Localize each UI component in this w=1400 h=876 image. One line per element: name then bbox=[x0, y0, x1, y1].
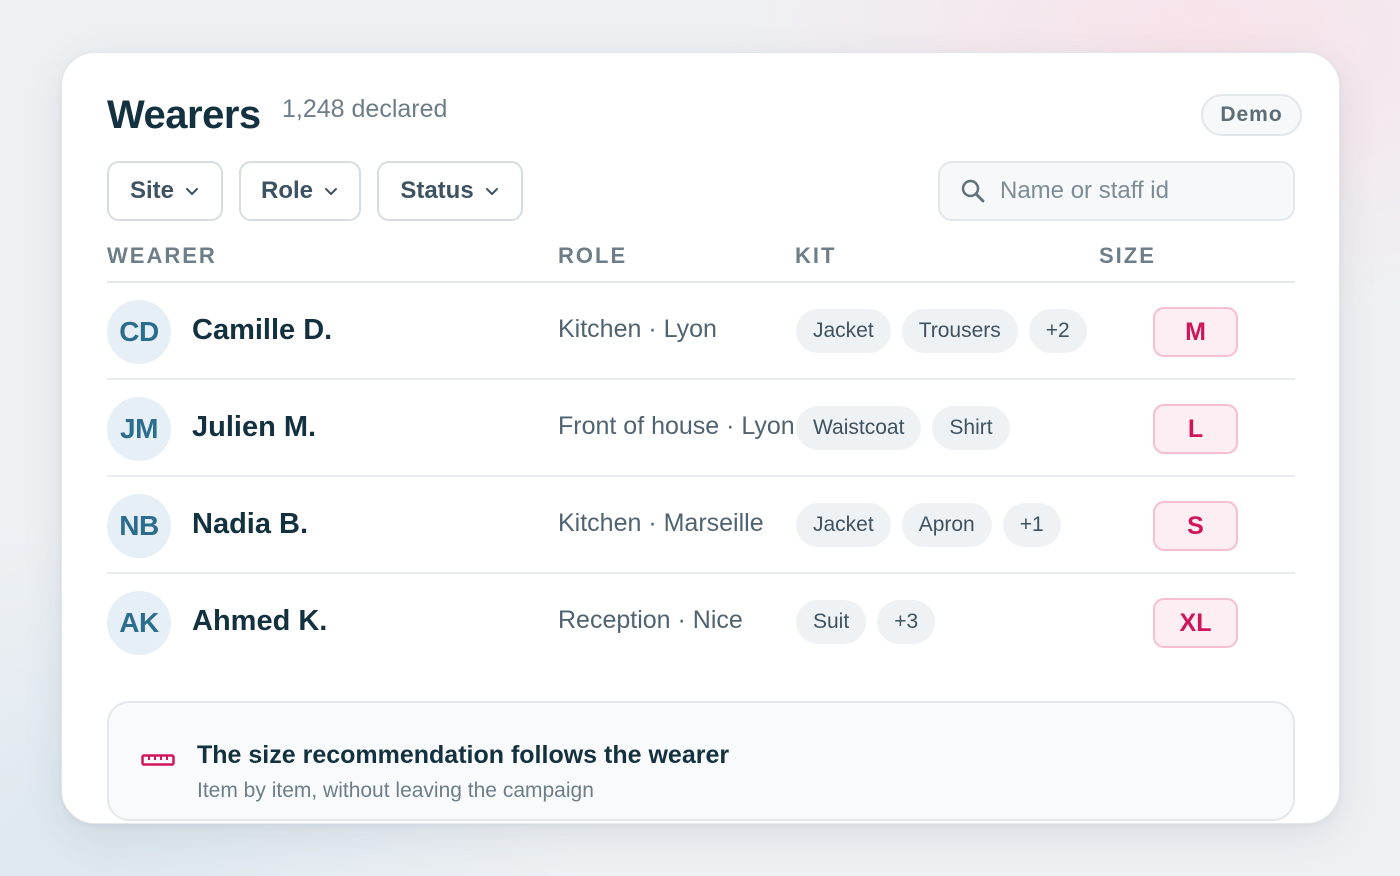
site-filter-label: Site bbox=[129, 177, 174, 204]
size-badge[interactable]: S bbox=[1153, 501, 1238, 551]
kit-list: Jacket Trousers +2 bbox=[796, 309, 1087, 353]
size-badge[interactable]: M bbox=[1153, 307, 1238, 357]
table-row[interactable]: JM Julien M. Front of house · Lyon Waist… bbox=[107, 380, 1295, 477]
table-row[interactable]: NB Nadia B. Kitchen · Marseille Jacket A… bbox=[107, 477, 1295, 574]
wearer-name[interactable]: Julien M. bbox=[192, 411, 316, 444]
wearer-role: Kitchen · Lyon bbox=[558, 315, 717, 343]
chevron-down-icon bbox=[485, 188, 498, 195]
demo-badge: Demo bbox=[1201, 94, 1302, 136]
wearer-role: Kitchen · Marseille bbox=[558, 509, 764, 537]
banner-subtitle: Item by item, without leaving the campai… bbox=[197, 779, 594, 802]
kit-chip[interactable]: Jacket bbox=[796, 309, 891, 353]
wearer-name[interactable]: Ahmed K. bbox=[192, 605, 327, 638]
column-header-kit[interactable]: KIT bbox=[795, 243, 836, 269]
wearer-name[interactable]: Camille D. bbox=[192, 314, 332, 347]
ruler-icon bbox=[141, 754, 175, 766]
kit-chip[interactable]: Jacket bbox=[796, 503, 891, 547]
kit-list: Suit +3 bbox=[796, 600, 936, 644]
kit-more-chip[interactable]: +1 bbox=[1002, 503, 1061, 547]
avatar: CD bbox=[107, 300, 171, 364]
avatar: AK bbox=[107, 591, 171, 655]
wearer-role: Reception · Nice bbox=[558, 606, 743, 634]
kit-more-chip[interactable]: +3 bbox=[877, 600, 936, 644]
kit-list: Waistcoat Shirt bbox=[796, 406, 1010, 450]
avatar: JM bbox=[107, 397, 171, 461]
page-title: Wearers bbox=[107, 93, 261, 137]
chevron-down-icon bbox=[186, 188, 198, 195]
search-box[interactable] bbox=[938, 161, 1295, 221]
chevron-down-icon bbox=[325, 188, 337, 195]
size-recommendation-banner: The size recommendation follows the wear… bbox=[107, 701, 1295, 821]
wearer-name[interactable]: Nadia B. bbox=[192, 508, 308, 541]
column-header-wearer[interactable]: WEARER bbox=[107, 243, 217, 269]
declared-count: 1,248 declared bbox=[282, 95, 448, 123]
kit-chip[interactable]: Suit bbox=[796, 600, 867, 644]
column-header-role[interactable]: ROLE bbox=[558, 243, 627, 269]
search-icon bbox=[961, 179, 985, 203]
size-badge[interactable]: L bbox=[1153, 404, 1238, 454]
site-filter-button[interactable]: Site bbox=[107, 161, 223, 221]
kit-chip[interactable]: Apron bbox=[901, 503, 992, 547]
role-filter-button[interactable]: Role bbox=[239, 161, 361, 221]
wearers-card: Wearers 1,248 declared Demo Site Role St… bbox=[61, 52, 1340, 824]
kit-list: Jacket Apron +1 bbox=[796, 503, 1061, 547]
role-filter-label: Role bbox=[260, 177, 313, 204]
kit-chip[interactable]: Waistcoat bbox=[796, 406, 922, 450]
banner-title: The size recommendation follows the wear… bbox=[197, 741, 730, 769]
size-badge[interactable]: XL bbox=[1153, 598, 1238, 648]
table-row[interactable]: CD Camille D. Kitchen · Lyon Jacket Trou… bbox=[107, 283, 1295, 380]
status-filter-label: Status bbox=[400, 177, 474, 204]
kit-chip[interactable]: Trousers bbox=[901, 309, 1018, 353]
search-input[interactable] bbox=[1000, 177, 1290, 205]
wearer-role: Front of house · Lyon bbox=[558, 412, 795, 440]
column-header-size[interactable]: SIZE bbox=[1099, 243, 1156, 269]
kit-chip[interactable]: Shirt bbox=[932, 406, 1010, 450]
status-filter-button[interactable]: Status bbox=[377, 161, 523, 221]
kit-more-chip[interactable]: +2 bbox=[1028, 309, 1087, 353]
table-row[interactable]: AK Ahmed K. Reception · Nice Suit +3 XL bbox=[107, 574, 1295, 671]
avatar: NB bbox=[107, 494, 171, 558]
